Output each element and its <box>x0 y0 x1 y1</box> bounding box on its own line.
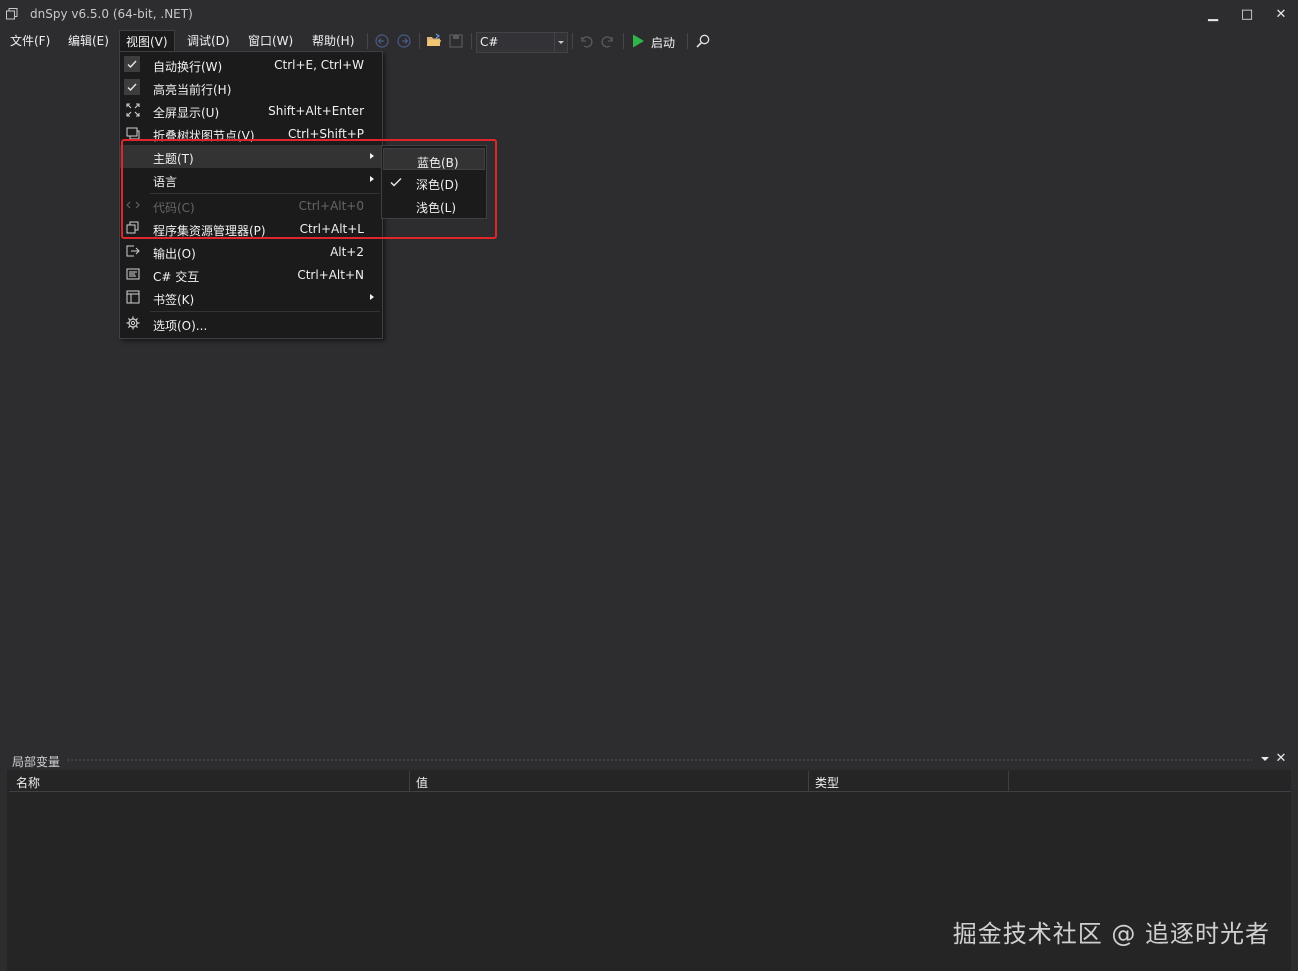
save-icon[interactable] <box>448 33 464 49</box>
panel-grip <box>66 758 1252 763</box>
submenu-arrow-icon <box>370 294 374 300</box>
toolbar-separator <box>572 33 573 49</box>
column-separator[interactable] <box>409 771 410 791</box>
toolbar-separator <box>419 33 420 49</box>
back-icon[interactable] <box>374 33 390 49</box>
bookmark-icon <box>126 290 140 304</box>
language-select-value: C# <box>480 35 499 49</box>
collapse-tree-icon <box>126 127 140 140</box>
menu-window[interactable]: 窗口(W) <box>242 30 299 52</box>
maximize-icon: □ <box>1240 7 1254 22</box>
language-select[interactable]: C# <box>476 32 568 53</box>
locals-panel-title: 局部变量 <box>12 755 61 769</box>
checkmark-icon <box>124 56 140 72</box>
search-icon[interactable] <box>695 33 711 49</box>
menu-item-label: 书签(K) <box>153 293 195 307</box>
menu-item-fullscreen[interactable]: 全屏显示(U) Shift+Alt+Enter <box>120 99 382 122</box>
menu-item-label: C# 交互 <box>153 270 200 284</box>
annotation-highlight-box <box>121 139 497 239</box>
menu-edit[interactable]: 编辑(E) <box>62 30 115 52</box>
open-folder-icon[interactable] <box>426 33 442 49</box>
menu-item-output[interactable]: 输出(O) Alt+2 <box>120 240 382 263</box>
toolbar-separator <box>471 33 472 49</box>
menu-item-shortcut: Alt+2 <box>330 245 364 259</box>
fullscreen-icon <box>126 103 140 117</box>
menu-item-label: 高亮当前行(H) <box>153 83 232 97</box>
minimize-button[interactable]: ▁ <box>1200 4 1226 26</box>
menu-file[interactable]: 文件(F) <box>4 30 56 52</box>
checkmark-icon <box>124 79 140 95</box>
column-header-name[interactable]: 名称 <box>16 774 40 791</box>
menu-item-word-wrap[interactable]: 自动换行(W) Ctrl+E, Ctrl+W <box>120 53 382 76</box>
panel-dropdown-icon[interactable] <box>1259 753 1271 765</box>
app-icon <box>6 8 18 20</box>
menu-item-shortcut: Ctrl+E, Ctrl+W <box>274 58 364 72</box>
column-header-type[interactable]: 类型 <box>815 774 839 791</box>
window-title: dnSpy v6.5.0 (64-bit, .NET) <box>30 7 193 21</box>
menu-item-shortcut: Shift+Alt+Enter <box>268 104 364 118</box>
menu-item-csharp-interactive[interactable]: C# 交互 Ctrl+Alt+N <box>120 263 382 286</box>
menu-item-label: 输出(O) <box>153 247 196 261</box>
menu-view[interactable]: 视图(V) <box>119 30 175 52</box>
redo-icon[interactable] <box>600 33 616 49</box>
csharp-interactive-icon <box>126 268 140 280</box>
undo-icon[interactable] <box>578 33 594 49</box>
toolbar-separator <box>623 33 624 49</box>
maximize-button[interactable]: □ <box>1234 4 1260 26</box>
play-icon[interactable] <box>630 33 646 49</box>
menu-item-options[interactable]: 选项(O)... <box>120 312 382 335</box>
column-separator[interactable] <box>1008 771 1009 791</box>
close-button[interactable]: ✕ <box>1268 4 1294 26</box>
gear-icon <box>126 316 140 330</box>
column-header-value[interactable]: 值 <box>416 774 428 791</box>
menu-item-shortcut: Ctrl+Alt+N <box>297 268 364 282</box>
menu-item-label: 全屏显示(U) <box>153 106 220 120</box>
menu-help[interactable]: 帮助(H) <box>306 30 360 52</box>
output-icon <box>126 245 140 257</box>
watermark: 掘金技术社区 @ 追逐时光者 <box>952 920 1270 948</box>
run-button-label[interactable]: 启动 <box>651 34 675 51</box>
locals-column-header <box>9 771 1291 792</box>
menu-item-label: 选项(O)... <box>153 319 208 333</box>
forward-icon[interactable] <box>396 33 412 49</box>
toolbar-separator <box>687 33 688 49</box>
menu-debug[interactable]: 调试(D) <box>181 30 236 52</box>
menu-item-bookmarks[interactable]: 书签(K) <box>120 286 382 309</box>
panel-close-icon[interactable]: ✕ <box>1274 752 1288 766</box>
title-bar <box>0 0 1298 30</box>
menu-item-label: 自动换行(W) <box>153 60 223 74</box>
menu-item-highlight-line[interactable]: 高亮当前行(H) <box>120 76 382 99</box>
column-separator[interactable] <box>808 771 809 791</box>
close-icon: ✕ <box>1275 7 1287 22</box>
toolbar-separator <box>367 33 368 49</box>
minimize-icon: ▁ <box>1208 7 1218 22</box>
chevron-down-icon <box>554 33 564 52</box>
